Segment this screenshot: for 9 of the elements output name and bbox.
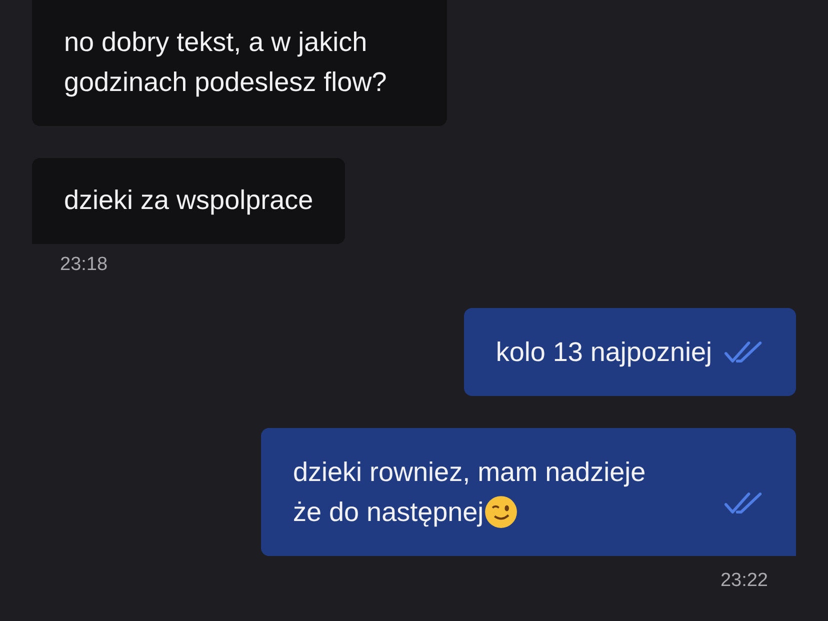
message-time: 23:18 xyxy=(60,254,108,276)
message-text: dzieki rowniez, mam nadzieje xyxy=(293,456,646,489)
message-text: że do następnej xyxy=(293,496,484,529)
message-text: godzinach podeslesz flow? xyxy=(64,66,387,99)
message-text: dzieki za wspolprace xyxy=(64,184,314,217)
message-text: no dobry tekst, a w jakich xyxy=(64,26,368,59)
message-time: 23:22 xyxy=(720,570,768,592)
message-text: kolo 13 najpozniej xyxy=(496,336,712,369)
wink-emoji-icon xyxy=(484,495,518,529)
